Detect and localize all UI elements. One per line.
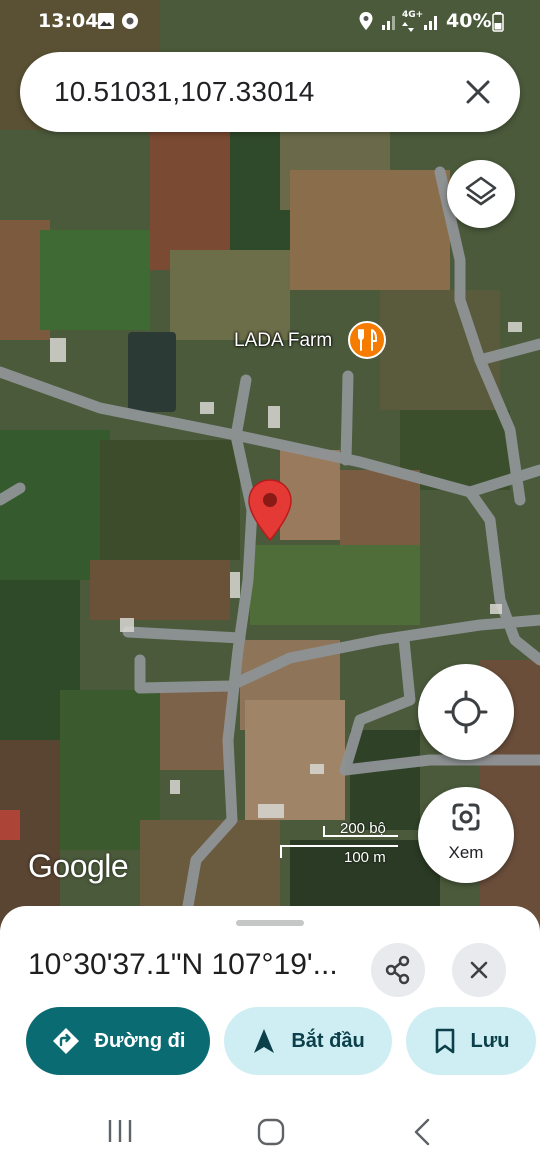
bookmark-icon bbox=[435, 1028, 454, 1054]
location-pin-icon[interactable] bbox=[247, 478, 293, 542]
location-icon bbox=[359, 12, 373, 30]
search-query[interactable]: 10.51031,107.33014 bbox=[54, 76, 315, 108]
restaurant-icon[interactable] bbox=[347, 320, 387, 360]
directions-button[interactable]: Đường đi bbox=[26, 1007, 210, 1075]
start-button[interactable]: Bắt đầu bbox=[224, 1007, 392, 1075]
back-icon[interactable] bbox=[412, 1118, 432, 1146]
crosshair-icon bbox=[444, 690, 488, 734]
layers-icon bbox=[465, 176, 497, 206]
place-title: 10°30'37.1"N 107°19'... bbox=[28, 948, 338, 981]
camera-scan-icon bbox=[452, 803, 480, 831]
start-label: Bắt đầu bbox=[291, 1029, 365, 1052]
search-bar[interactable]: 10.51031,107.33014 bbox=[20, 52, 520, 132]
directions-icon bbox=[52, 1028, 79, 1054]
save-label: Lưu bbox=[470, 1029, 510, 1052]
chrome-icon bbox=[122, 13, 138, 29]
data-arrows-icon bbox=[402, 22, 414, 32]
view-label: Xem bbox=[448, 843, 484, 862]
directions-label: Đường đi bbox=[94, 1029, 186, 1052]
battery-icon bbox=[492, 12, 504, 32]
save-button[interactable]: Lưu bbox=[406, 1007, 536, 1075]
navigation-arrow-icon bbox=[254, 1029, 275, 1053]
share-icon bbox=[385, 955, 410, 985]
share-button[interactable] bbox=[371, 943, 425, 997]
signal-icon-2 bbox=[424, 16, 437, 30]
my-location-button[interactable] bbox=[418, 664, 514, 760]
close-sheet-button[interactable] bbox=[452, 943, 506, 997]
clock: 13:04 bbox=[38, 10, 99, 32]
network-type: 4G+ bbox=[402, 10, 424, 20]
layers-button[interactable] bbox=[447, 160, 515, 228]
system-nav-bar bbox=[0, 1092, 540, 1170]
scale-imperial: 200 bộ bbox=[340, 820, 386, 837]
map-view[interactable]: 13:04 4G+ 40% 10.51031,107.33014 LADA Fa… bbox=[0, 0, 540, 940]
street-view-button[interactable]: Xem bbox=[418, 787, 514, 883]
signal-icon-1 bbox=[382, 16, 395, 30]
poi-label[interactable]: LADA Farm bbox=[234, 330, 332, 352]
home-icon[interactable] bbox=[257, 1118, 285, 1146]
status-bar: 13:04 4G+ 40% bbox=[0, 0, 540, 44]
recent-apps-icon[interactable] bbox=[106, 1118, 134, 1144]
drag-handle[interactable] bbox=[236, 920, 304, 926]
close-icon[interactable] bbox=[460, 74, 496, 110]
battery-level: 40% bbox=[446, 10, 492, 32]
google-logo: Google bbox=[28, 848, 129, 884]
scale-metric: 100 m bbox=[344, 849, 386, 866]
close-icon bbox=[470, 961, 488, 979]
gallery-icon bbox=[98, 13, 114, 29]
